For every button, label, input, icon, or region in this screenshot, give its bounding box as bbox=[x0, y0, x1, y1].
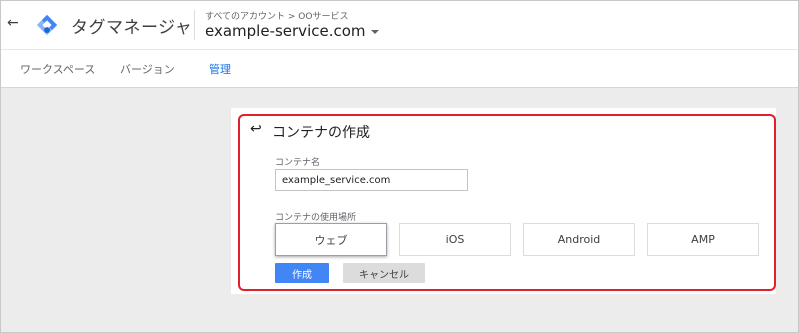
return-arrow-icon[interactable]: ↩ bbox=[250, 121, 262, 137]
gtm-diamond-icon bbox=[36, 14, 58, 36]
dialog-title: コンテナの作成 bbox=[272, 125, 370, 141]
tab-admin[interactable]: 管理 bbox=[209, 61, 231, 77]
nav-tabs: ワークスペース バージョン 管理 bbox=[1, 49, 798, 88]
platform-ios-button[interactable]: iOS bbox=[399, 223, 511, 256]
cancel-button[interactable]: キャンセル bbox=[343, 263, 425, 283]
app-window: ← タグマネージャ すべてのアカウント > OOサービス example-ser… bbox=[0, 0, 799, 333]
caret-down-icon bbox=[370, 29, 379, 34]
breadcrumb[interactable]: すべてのアカウント > OOサービス bbox=[205, 9, 348, 22]
service-selector[interactable]: example-service.com bbox=[205, 22, 379, 40]
tab-workspace[interactable]: ワークスペース bbox=[20, 61, 95, 77]
platform-web-button[interactable]: ウェブ bbox=[275, 223, 387, 256]
header-divider bbox=[194, 10, 195, 40]
back-arrow-icon[interactable]: ← bbox=[7, 16, 21, 30]
container-name-input[interactable] bbox=[275, 169, 468, 191]
platform-label: コンテナの使用場所 bbox=[275, 213, 357, 223]
platform-android-button[interactable]: Android bbox=[523, 223, 635, 256]
top-app-bar: ← タグマネージャ すべてのアカウント > OOサービス example-ser… bbox=[1, 1, 798, 49]
tab-versions[interactable]: バージョン bbox=[120, 61, 175, 77]
app-title: タグマネージャ bbox=[71, 18, 193, 38]
platform-amp-button[interactable]: AMP bbox=[647, 223, 759, 256]
create-button[interactable]: 作成 bbox=[275, 263, 329, 283]
container-name-label: コンテナ名 bbox=[275, 158, 321, 168]
service-name: example-service.com bbox=[205, 22, 366, 40]
